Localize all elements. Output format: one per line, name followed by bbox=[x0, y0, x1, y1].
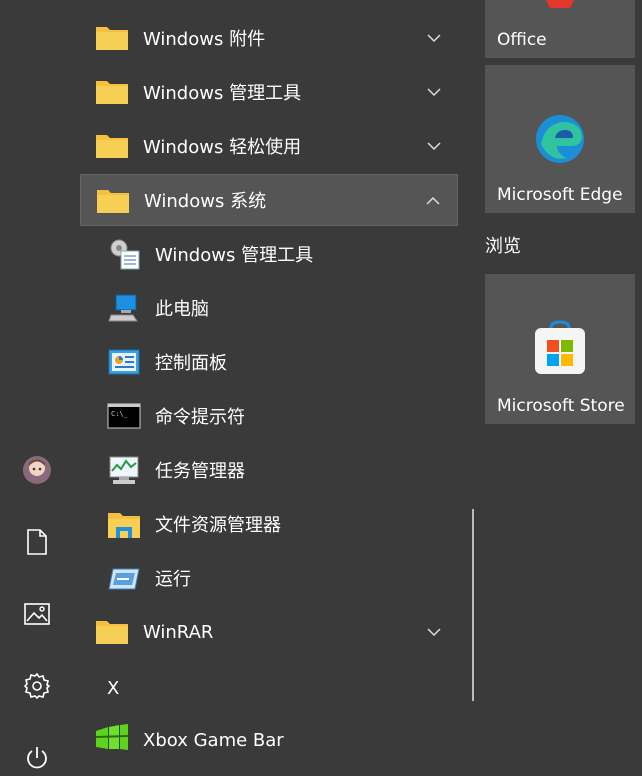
folder-icon bbox=[96, 81, 128, 104]
app-label: 文件资源管理器 bbox=[155, 515, 281, 536]
tile-office[interactable]: Office bbox=[485, 0, 635, 58]
office-icon bbox=[546, 0, 574, 8]
app-file-explorer[interactable]: 文件资源管理器 bbox=[80, 498, 458, 550]
settings-icon[interactable] bbox=[19, 668, 55, 704]
xbox-game-bar-icon bbox=[95, 724, 129, 750]
tile-group-label: 浏览 bbox=[485, 236, 521, 257]
scrollbar[interactable] bbox=[472, 509, 474, 701]
folder-windows-ease-of-access[interactable]: Windows 轻松使用 bbox=[80, 120, 458, 172]
folder-icon bbox=[97, 190, 129, 213]
app-run[interactable]: 运行 bbox=[80, 552, 458, 604]
tile-label: Microsoft Edge bbox=[497, 185, 623, 205]
pictures-icon[interactable] bbox=[19, 596, 55, 632]
tile-microsoft-store[interactable]: Microsoft Store bbox=[485, 274, 635, 424]
app-command-prompt[interactable]: C:\_ 命令提示符 bbox=[80, 390, 458, 442]
admin-tools-icon bbox=[110, 239, 140, 270]
app-label: 运行 bbox=[155, 569, 191, 590]
folder-label: Windows 系统 bbox=[144, 191, 267, 212]
chevron-down-icon[interactable] bbox=[424, 82, 444, 102]
folder-icon bbox=[96, 621, 128, 644]
run-icon bbox=[108, 568, 140, 590]
chevron-down-icon[interactable] bbox=[424, 28, 444, 48]
store-icon bbox=[535, 320, 585, 374]
app-label: 此电脑 bbox=[155, 299, 209, 320]
app-this-pc[interactable]: 此电脑 bbox=[80, 282, 458, 334]
folder-windows-system[interactable]: Windows 系统 bbox=[80, 174, 458, 226]
this-pc-icon bbox=[108, 294, 138, 322]
app-label: Xbox Game Bar bbox=[143, 729, 284, 751]
app-task-manager[interactable]: 任务管理器 bbox=[80, 444, 458, 496]
chevron-down-icon[interactable] bbox=[424, 622, 444, 642]
folder-label: Windows 附件 bbox=[143, 29, 266, 50]
folder-label: WinRAR bbox=[143, 621, 214, 643]
app-control-panel[interactable]: 控制面板 bbox=[80, 336, 458, 388]
chevron-down-icon[interactable] bbox=[424, 136, 444, 156]
folder-windows-accessories[interactable]: Windows 附件 bbox=[80, 12, 458, 64]
app-label: Windows 管理工具 bbox=[155, 245, 314, 266]
app-label: 任务管理器 bbox=[155, 461, 245, 482]
folder-winrar[interactable]: WinRAR bbox=[80, 606, 458, 658]
file-explorer-icon bbox=[108, 513, 140, 538]
app-list: Windows 附件 Windows 管理工具 Windows 轻松使用 Win… bbox=[80, 0, 460, 774]
control-panel-icon bbox=[108, 349, 140, 375]
folder-label: Windows 轻松使用 bbox=[143, 137, 302, 158]
folder-icon bbox=[96, 27, 128, 50]
tile-label: Microsoft Store bbox=[497, 396, 625, 416]
edge-icon bbox=[536, 115, 584, 163]
documents-icon[interactable] bbox=[19, 524, 55, 560]
svg-text:C:\_: C:\_ bbox=[111, 410, 129, 418]
chevron-up-icon[interactable] bbox=[423, 191, 443, 211]
letter-header-x[interactable]: X bbox=[80, 662, 458, 714]
folder-windows-admin-tools[interactable]: Windows 管理工具 bbox=[80, 66, 458, 118]
app-label: 命令提示符 bbox=[155, 407, 245, 428]
app-windows-admin-tools[interactable]: Windows 管理工具 bbox=[80, 228, 458, 280]
task-manager-icon bbox=[109, 456, 139, 484]
app-label: 控制面板 bbox=[155, 353, 227, 374]
tile-microsoft-edge[interactable]: Microsoft Edge bbox=[485, 65, 635, 213]
command-prompt-icon: C:\_ bbox=[107, 403, 141, 429]
tile-label: Office bbox=[497, 30, 547, 50]
folder-icon bbox=[96, 135, 128, 158]
power-icon[interactable] bbox=[19, 740, 55, 776]
start-left-bar bbox=[0, 0, 74, 774]
letter-header-label: X bbox=[107, 677, 120, 699]
user-avatar-icon[interactable] bbox=[19, 452, 55, 488]
app-xbox-game-bar[interactable]: Xbox Game Bar bbox=[80, 714, 458, 766]
folder-label: Windows 管理工具 bbox=[143, 83, 302, 104]
